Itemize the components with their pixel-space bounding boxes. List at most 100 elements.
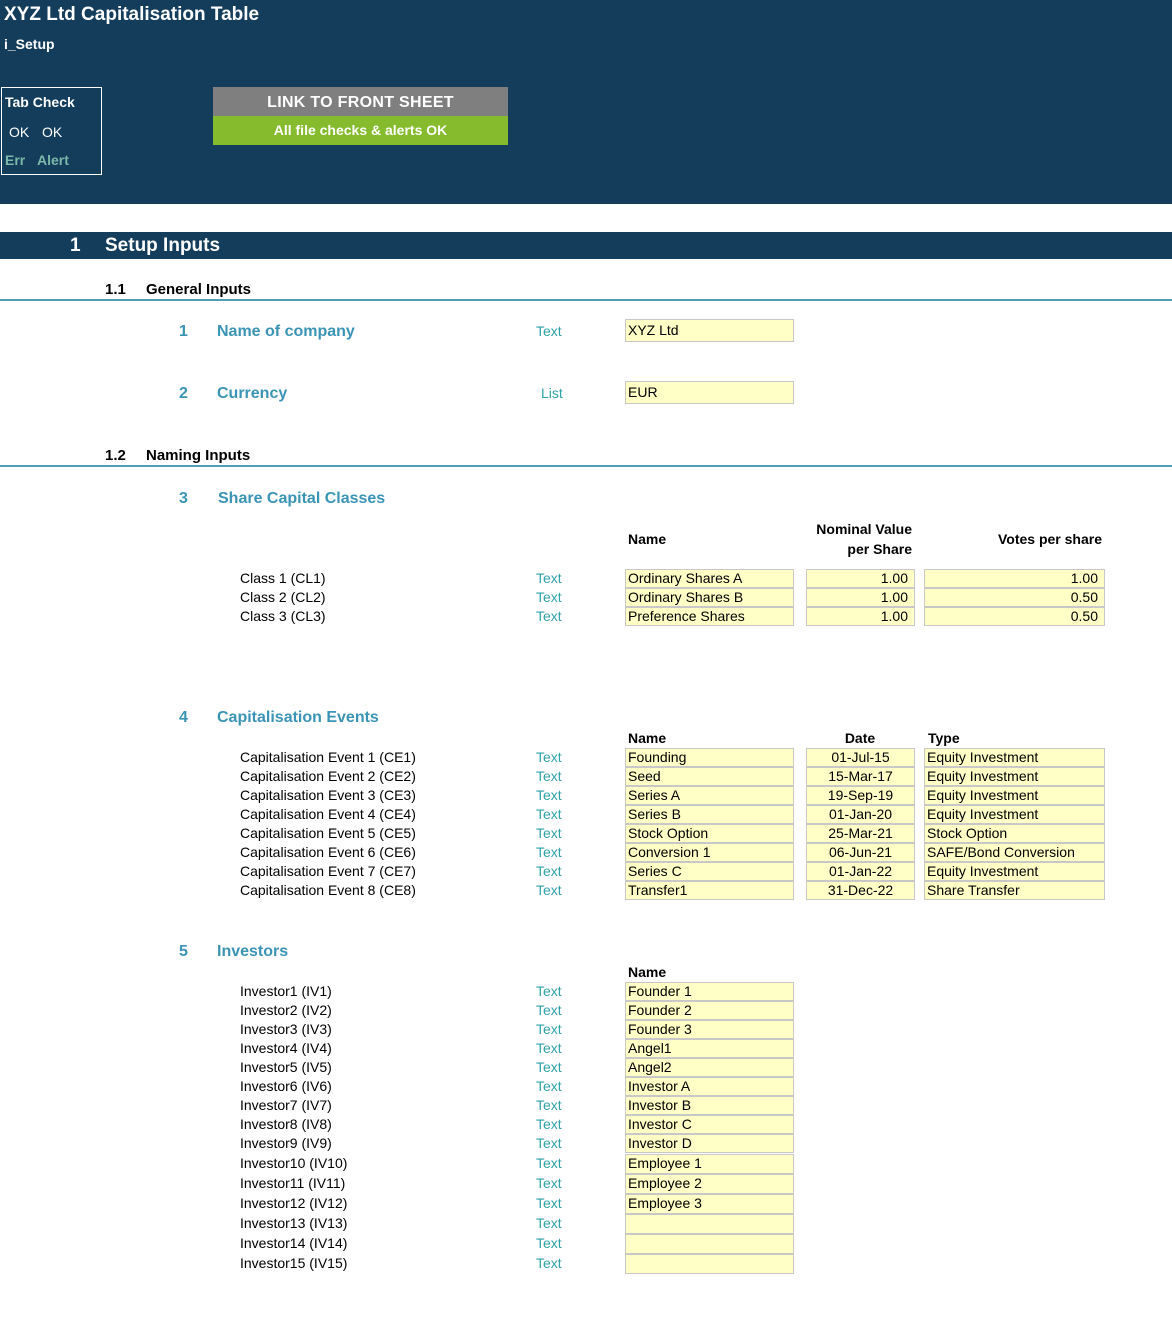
event-name-input[interactable]: Stock Option bbox=[625, 824, 794, 843]
investor-name-input[interactable]: Investor A bbox=[625, 1077, 794, 1096]
subsection-number: 1.2 bbox=[105, 447, 126, 464]
subsection-divider bbox=[0, 465, 1172, 467]
row-label: Capitalisation Event 7 (CE7) bbox=[240, 863, 416, 879]
nominal-value-input[interactable]: 1.00 bbox=[806, 588, 915, 607]
investor-name-input[interactable]: Employee 3 bbox=[625, 1194, 794, 1214]
input-type: Text bbox=[536, 1175, 562, 1191]
column-header-nominal: per Share bbox=[847, 541, 912, 557]
row-label: Investor11 (IV11) bbox=[240, 1175, 346, 1191]
input-type: Text bbox=[536, 570, 562, 586]
row-label: Investor5 (IV5) bbox=[240, 1059, 332, 1075]
tab-check-ok-status: OK bbox=[9, 124, 30, 140]
votes-per-share-input[interactable]: 0.50 bbox=[924, 607, 1105, 626]
subsection-divider bbox=[0, 299, 1172, 301]
section-header: 1 Setup Inputs bbox=[0, 232, 1172, 259]
event-type-select[interactable]: Stock Option bbox=[924, 824, 1105, 843]
event-type-select[interactable]: Equity Investment bbox=[924, 748, 1105, 767]
event-date-input[interactable]: 01-Jan-20 bbox=[806, 805, 915, 824]
event-type-select[interactable]: SAFE/Bond Conversion bbox=[924, 843, 1105, 862]
investor-name-input[interactable]: Investor C bbox=[625, 1115, 794, 1134]
share-class-name-input[interactable]: Preference Shares bbox=[625, 607, 794, 626]
event-date-input[interactable]: 01-Jul-15 bbox=[806, 748, 915, 767]
event-name-input[interactable]: Seed bbox=[625, 767, 794, 786]
nominal-value-input[interactable]: 1.00 bbox=[806, 569, 915, 588]
investor-name-input[interactable]: Founder 2 bbox=[625, 1001, 794, 1020]
event-type-select[interactable]: Equity Investment bbox=[924, 786, 1105, 805]
input-type: Text bbox=[536, 1002, 562, 1018]
share-class-name-input[interactable]: Ordinary Shares A bbox=[625, 569, 794, 588]
votes-per-share-input[interactable]: 0.50 bbox=[924, 588, 1105, 607]
row-label: Capitalisation Event 4 (CE4) bbox=[240, 806, 416, 822]
row-label: Class 3 (CL3) bbox=[240, 608, 326, 624]
event-type-select[interactable]: Equity Investment bbox=[924, 805, 1105, 824]
row-label: Investor9 (IV9) bbox=[240, 1135, 332, 1151]
tab-check-title: Tab Check bbox=[5, 94, 75, 110]
row-label: Investor13 (IV13) bbox=[240, 1215, 348, 1231]
votes-per-share-input[interactable]: 1.00 bbox=[924, 569, 1105, 588]
company-name-input[interactable]: XYZ Ltd bbox=[625, 319, 794, 342]
input-type: Text bbox=[536, 768, 562, 784]
input-type: Text bbox=[536, 863, 562, 879]
row-label: Investor15 (IV15) bbox=[240, 1255, 348, 1271]
input-type: Text bbox=[536, 1135, 562, 1151]
section-number: 1 bbox=[70, 235, 81, 256]
event-date-input[interactable]: 06-Jun-21 bbox=[806, 843, 915, 862]
event-date-input[interactable]: 25-Mar-21 bbox=[806, 824, 915, 843]
input-type: Text bbox=[536, 1195, 562, 1211]
investor-name-input[interactable]: Founder 3 bbox=[625, 1020, 794, 1039]
column-header-type: Type bbox=[928, 730, 960, 746]
input-type: Text bbox=[536, 1255, 562, 1271]
item-number: 3 bbox=[179, 490, 188, 507]
event-type-select[interactable]: Equity Investment bbox=[924, 767, 1105, 786]
row-label: Capitalisation Event 8 (CE8) bbox=[240, 882, 416, 898]
event-date-input[interactable]: 15-Mar-17 bbox=[806, 767, 915, 786]
input-type: Text bbox=[536, 825, 562, 841]
investor-name-input[interactable]: Employee 2 bbox=[625, 1174, 794, 1194]
event-date-input[interactable]: 19-Sep-19 bbox=[806, 786, 915, 805]
item-number: 1 bbox=[179, 323, 188, 340]
investor-name-input[interactable]: Investor B bbox=[625, 1096, 794, 1115]
input-type: List bbox=[541, 385, 563, 401]
investor-name-input[interactable] bbox=[625, 1214, 794, 1234]
row-label: Investor6 (IV6) bbox=[240, 1078, 332, 1094]
event-type-select[interactable]: Equity Investment bbox=[924, 862, 1105, 881]
column-header-date: Date bbox=[844, 730, 876, 746]
link-to-front-sheet-button[interactable]: LINK TO FRONT SHEET bbox=[213, 87, 508, 116]
investor-name-input[interactable]: Angel2 bbox=[625, 1058, 794, 1077]
investor-name-input[interactable]: Angel1 bbox=[625, 1039, 794, 1058]
row-label: Investor3 (IV3) bbox=[240, 1021, 332, 1037]
event-name-input[interactable]: Series B bbox=[625, 805, 794, 824]
column-header-name: Name bbox=[628, 531, 667, 547]
share-class-name-input[interactable]: Ordinary Shares B bbox=[625, 588, 794, 607]
row-label: Investor7 (IV7) bbox=[240, 1097, 332, 1113]
subsection-number: 1.1 bbox=[105, 281, 126, 298]
investor-name-input[interactable] bbox=[625, 1254, 794, 1274]
investor-name-input[interactable]: Employee 1 bbox=[625, 1154, 794, 1174]
event-name-input[interactable]: Founding bbox=[625, 748, 794, 767]
event-date-input[interactable]: 01-Jan-22 bbox=[806, 862, 915, 881]
input-type: Text bbox=[536, 983, 562, 999]
row-label: Capitalisation Event 3 (CE3) bbox=[240, 787, 416, 803]
input-type: Text bbox=[536, 1040, 562, 1056]
event-name-input[interactable]: Transfer1 bbox=[625, 881, 794, 900]
event-name-input[interactable]: Series A bbox=[625, 786, 794, 805]
investor-name-input[interactable] bbox=[625, 1234, 794, 1254]
event-name-input[interactable]: Series C bbox=[625, 862, 794, 881]
input-type: Text bbox=[536, 1059, 562, 1075]
investor-name-input[interactable]: Founder 1 bbox=[625, 982, 794, 1001]
nominal-value-input[interactable]: 1.00 bbox=[806, 607, 915, 626]
input-type: Text bbox=[536, 1116, 562, 1132]
input-type: Text bbox=[536, 608, 562, 624]
row-label: Investor12 (IV12) bbox=[240, 1195, 348, 1211]
subsection-title: Naming Inputs bbox=[146, 447, 251, 464]
event-date-input[interactable]: 31-Dec-22 bbox=[806, 881, 915, 900]
currency-select[interactable]: EUR bbox=[625, 381, 794, 404]
row-label: Capitalisation Event 2 (CE2) bbox=[240, 768, 416, 784]
row-label: Capitalisation Event 5 (CE5) bbox=[240, 825, 416, 841]
row-label: Investor14 (IV14) bbox=[240, 1235, 348, 1251]
event-type-select[interactable]: Share Transfer bbox=[924, 881, 1105, 900]
event-name-input[interactable]: Conversion 1 bbox=[625, 843, 794, 862]
investors-label: Investors bbox=[217, 943, 289, 960]
investor-name-input[interactable]: Investor D bbox=[625, 1134, 794, 1153]
row-label: Class 2 (CL2) bbox=[240, 589, 326, 605]
